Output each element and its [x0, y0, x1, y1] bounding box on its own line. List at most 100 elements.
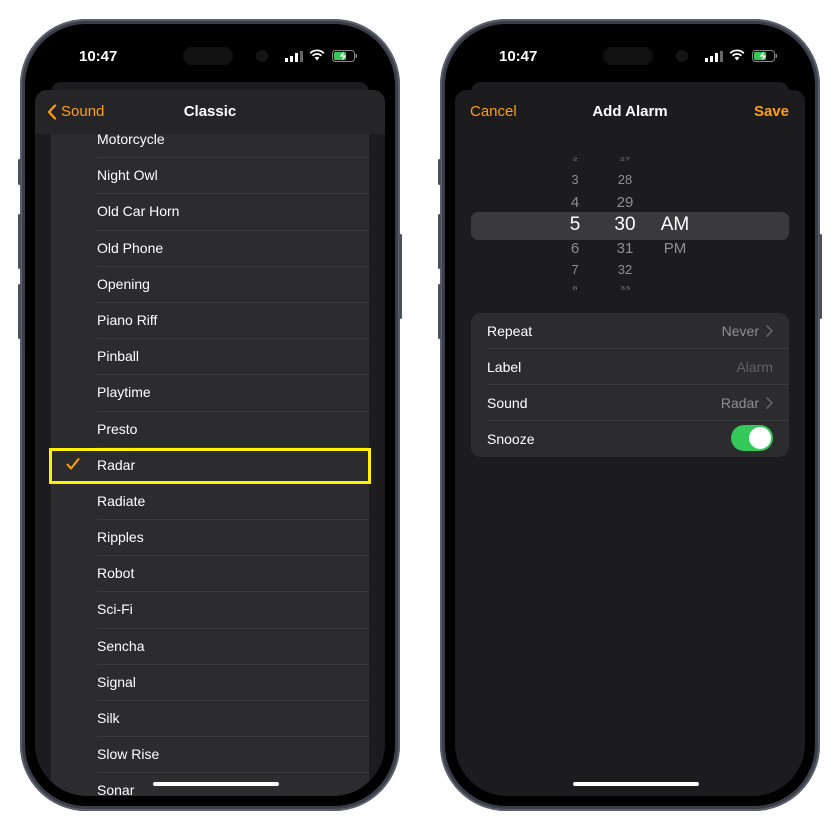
- picker-value[interactable]: 3: [555, 172, 595, 187]
- picker-value[interactable]: 30: [605, 214, 645, 236]
- picker-value[interactable]: 7: [555, 262, 595, 277]
- battery-charging-icon: [752, 50, 777, 62]
- sound-list-item[interactable]: Night Owl: [51, 158, 369, 195]
- repeat-label: Repeat: [487, 323, 533, 339]
- status-bar: 10:47: [35, 34, 385, 84]
- picker-value[interactable]: PM: [653, 240, 697, 257]
- sound-list-item-label: Night Owl: [97, 167, 158, 184]
- picker-value[interactable]: 6: [555, 240, 595, 257]
- sound-list-item-label: Ripples: [97, 529, 144, 546]
- picker-value[interactable]: 33: [605, 285, 645, 291]
- camera-icon: [676, 50, 688, 62]
- sound-list-item[interactable]: Presto: [51, 412, 369, 448]
- time-picker[interactable]: 2 3 4 5 6 7 8 27 28 29 30 31 32 33 AM PM: [455, 156, 805, 301]
- wifi-icon: [729, 49, 745, 61]
- sound-list-item-label: Sencha: [97, 637, 145, 654]
- picker-value[interactable]: 4: [555, 194, 595, 211]
- cellular-signal-icon: [705, 51, 723, 62]
- sound-list-item[interactable]: Slow Rise: [51, 737, 369, 774]
- power-button: [819, 234, 822, 319]
- sound-label: Sound: [487, 395, 528, 411]
- snooze-label: Snooze: [487, 431, 535, 447]
- sound-list-item[interactable]: Radiate: [51, 484, 369, 521]
- camera-icon: [256, 50, 268, 62]
- alarm-settings-group: Repeat Never Label Alarm Sound Radar Sno…: [471, 313, 789, 457]
- picker-value[interactable]: 2: [555, 156, 595, 162]
- picker-value[interactable]: 8: [555, 285, 595, 291]
- sound-list-item-label: Playtime: [97, 384, 151, 401]
- dynamic-island: [603, 47, 653, 65]
- repeat-row[interactable]: Repeat Never: [471, 313, 789, 349]
- period-wheel[interactable]: AM PM: [653, 156, 697, 301]
- sound-list-item[interactable]: Piano Riff: [51, 303, 369, 340]
- volume-down-button: [438, 284, 441, 339]
- picker-value[interactable]: 32: [605, 262, 645, 277]
- cellular-signal-icon: [285, 51, 303, 62]
- home-indicator[interactable]: [153, 782, 279, 786]
- picker-value[interactable]: 5: [555, 214, 595, 236]
- sound-list: Motorcycle Night Owl Old Car Horn Old Phone…: [35, 122, 385, 796]
- sound-row[interactable]: Sound Radar: [471, 385, 789, 421]
- power-button: [399, 234, 402, 319]
- sound-list-item[interactable]: Opening: [51, 267, 369, 303]
- sound-list-item-label: Presto: [97, 420, 138, 437]
- sound-list-item[interactable]: Radar: [49, 447, 371, 484]
- sound-list-item[interactable]: Silk: [51, 701, 369, 738]
- page-title: Classic: [183, 103, 237, 120]
- sound-list-item-label: Old Car Horn: [97, 203, 180, 220]
- sound-list-item[interactable]: Old Car Horn: [51, 194, 369, 231]
- chevron-right-icon: [766, 325, 773, 337]
- minute-wheel[interactable]: 27 28 29 30 31 32 33: [605, 156, 645, 301]
- snooze-toggle[interactable]: [731, 425, 773, 451]
- sound-list-item[interactable]: Signal: [51, 665, 369, 701]
- volume-up-button: [18, 214, 21, 269]
- sound-list-item-label: Opening: [97, 275, 150, 292]
- sound-list-item-label: Piano Riff: [97, 311, 158, 328]
- sound-list-item-label: Robot: [97, 565, 135, 582]
- picker-value[interactable]: AM: [653, 214, 697, 236]
- dynamic-island: [183, 47, 233, 65]
- screen-sound-list: 10:47 Sound Classic Motorcycle Night Owl O…: [35, 34, 385, 796]
- sound-list-item-label: Pinball: [97, 348, 140, 365]
- status-time: 10:47: [79, 48, 118, 65]
- sound-list-item-label: Radar: [97, 456, 136, 473]
- label-label: Label: [487, 359, 522, 375]
- phone-frame-right: 10:47 Cancel Add Alarm Save 2 3 4 5 6 7 8 27 28…: [438, 19, 822, 811]
- sound-list-item-label: Silk: [97, 710, 120, 726]
- repeat-value: Never: [721, 323, 759, 339]
- nav-bar: Sound Classic: [35, 90, 385, 134]
- snooze-row: Snooze: [471, 421, 789, 457]
- status-time: 10:47: [499, 48, 538, 65]
- home-indicator[interactable]: [573, 782, 699, 786]
- sound-list-item[interactable]: Pinball: [51, 339, 369, 376]
- sound-list-item-label: Slow Rise: [97, 746, 160, 763]
- sound-list-item[interactable]: Robot: [51, 556, 369, 593]
- picker-value[interactable]: 28: [605, 172, 645, 187]
- page-title: Add Alarm: [592, 103, 668, 120]
- sound-value: Radar: [720, 395, 759, 411]
- hour-wheel[interactable]: 2 3 4 5 6 7 8: [555, 156, 595, 301]
- phone-frame-left: 10:47 Sound Classic Motorcycle Night Owl O…: [18, 19, 402, 811]
- volume-down-button: [18, 284, 21, 339]
- status-bar: 10:47: [455, 34, 805, 84]
- sound-list-item[interactable]: Old Phone: [51, 231, 369, 267]
- sound-list-item-label: Radiate: [97, 492, 146, 509]
- sound-list-item-label: Old Phone: [97, 239, 164, 256]
- action-button: [18, 159, 21, 185]
- battery-charging-icon: [332, 50, 357, 62]
- save-button[interactable]: Save: [754, 103, 789, 120]
- sound-list-item[interactable]: Playtime: [51, 375, 369, 412]
- label-input[interactable]: Alarm: [736, 359, 773, 375]
- picker-value[interactable]: 29: [605, 194, 645, 211]
- screen-add-alarm: 10:47 Cancel Add Alarm Save 2 3 4 5 6 7 8 27 28…: [455, 34, 805, 796]
- sound-picker-sheet: Sound Classic Motorcycle Night Owl Old Car…: [35, 90, 385, 796]
- sound-list-item[interactable]: Sci-Fi: [51, 592, 369, 629]
- picker-value[interactable]: 31: [605, 240, 645, 257]
- sound-list-item[interactable]: Sencha: [51, 629, 369, 665]
- label-row[interactable]: Label Alarm: [471, 349, 789, 385]
- picker-value[interactable]: 27: [605, 156, 645, 162]
- sound-list-item[interactable]: Ripples: [51, 520, 369, 557]
- sound-list-item-label: Signal: [97, 673, 136, 690]
- checkmark-icon: [66, 457, 80, 470]
- wifi-icon: [309, 49, 325, 61]
